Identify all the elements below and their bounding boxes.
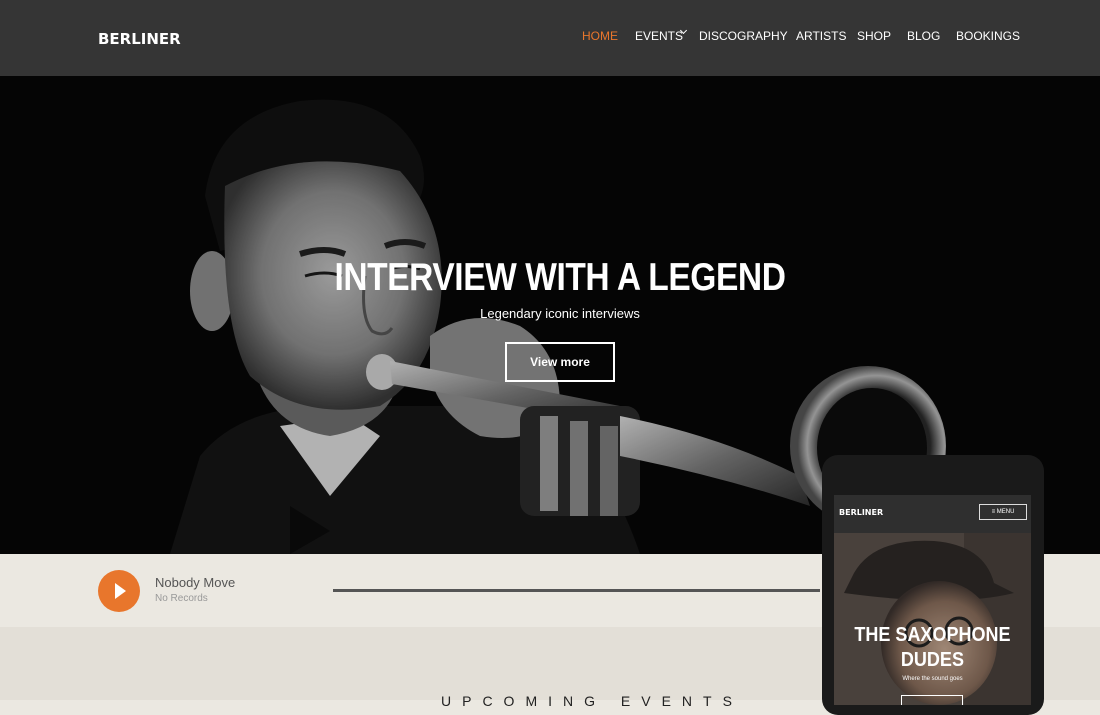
section-title: UPCOMING EVENTS <box>441 693 743 709</box>
phone-menu-button[interactable]: ≡ MENU <box>979 504 1027 520</box>
phone-hero-title: THE SAXOPHONE DUDES <box>854 624 1011 671</box>
view-more-button[interactable]: View more <box>505 342 615 382</box>
nav-item-events[interactable]: EVENTS <box>635 26 688 43</box>
phone-hero-subtitle: Where the sound goes <box>902 676 963 682</box>
nav-item-discography[interactable]: DISCOGRAPHY <box>699 29 788 43</box>
nav-item-artists[interactable]: ARTISTS <box>796 29 846 43</box>
play-button[interactable] <box>98 570 140 612</box>
nav-item-events-label: EVENTS <box>635 29 684 43</box>
site-logo[interactable]: BERLINER <box>98 30 181 48</box>
nav-item-shop[interactable]: SHOP <box>857 29 891 43</box>
nav-item-bookings[interactable]: BOOKINGS <box>956 29 1020 43</box>
phone-screen: BERLINER ≡ MENU THE SAXOPHONE DUDES Wher… <box>834 495 1031 705</box>
hero-title: INTERVIEW WITH A LEGEND <box>334 256 786 299</box>
site-header: BERLINER HOME EVENTS DISCOGRAPHY ARTISTS… <box>0 0 1100 76</box>
play-icon <box>115 583 126 599</box>
phone-logo: BERLINER <box>839 508 884 517</box>
nav-item-home[interactable]: HOME <box>582 29 618 43</box>
track-title: Nobody Move <box>155 575 236 590</box>
hero-subtitle: Legendary iconic interviews <box>480 306 640 321</box>
phone-header: BERLINER ≡ MENU <box>834 495 1031 533</box>
progress-bar[interactable] <box>333 589 820 592</box>
phone-hero-button[interactable] <box>901 695 963 705</box>
track-subtitle: No Records <box>155 593 208 604</box>
nav-item-blog[interactable]: BLOG <box>907 29 940 43</box>
